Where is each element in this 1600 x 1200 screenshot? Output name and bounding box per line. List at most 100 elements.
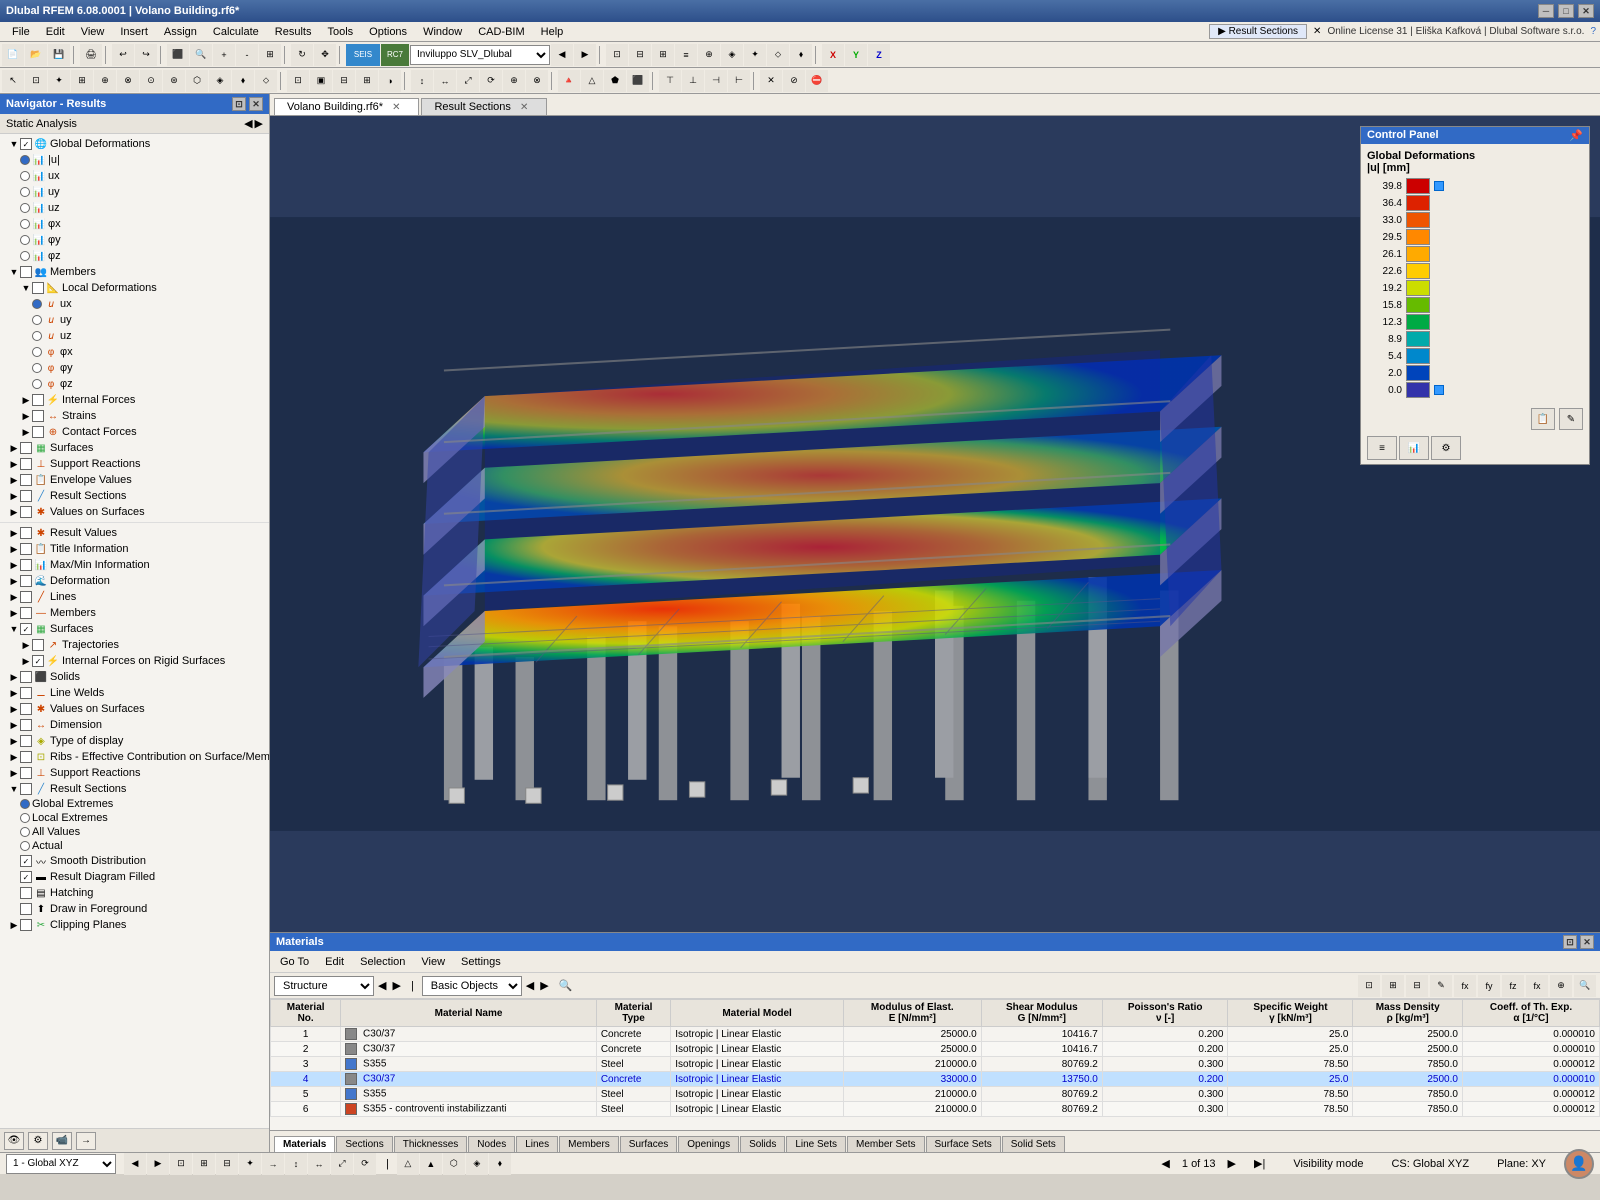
t11[interactable]: ⬧: [232, 70, 254, 92]
status-tb9[interactable]: ↔: [308, 1153, 330, 1175]
status-tb3[interactable]: ⊡: [170, 1153, 192, 1175]
t16[interactable]: ⊞: [356, 70, 378, 92]
t25[interactable]: △: [581, 70, 603, 92]
tree-envelope-values[interactable]: ▶ 📋 Envelope Values: [0, 472, 269, 488]
tree-local-extremes[interactable]: Local Extremes: [0, 811, 269, 825]
mat-tb10[interactable]: 🔍: [1574, 975, 1596, 997]
status-tb1[interactable]: ◀: [124, 1153, 146, 1175]
print-btn[interactable]: 🖨: [80, 44, 102, 66]
axis-y-btn[interactable]: Y: [845, 44, 867, 66]
checkbox-result-values[interactable]: [20, 527, 32, 539]
btab-surfaces[interactable]: Surfaces: [620, 1136, 677, 1152]
status-tb14[interactable]: ⬡: [443, 1153, 465, 1175]
radio-phiy[interactable]: [20, 235, 30, 245]
close-vp-tab[interactable]: ✕: [386, 100, 406, 115]
navigator-controls[interactable]: ⊡ ✕: [232, 97, 263, 111]
btab-members[interactable]: Members: [559, 1136, 619, 1152]
status-tb15[interactable]: ◈: [466, 1153, 488, 1175]
checkbox-deformation[interactable]: [20, 575, 32, 587]
menu-calculate[interactable]: Calculate: [205, 24, 267, 40]
menu-assign[interactable]: Assign: [156, 24, 205, 40]
tb3[interactable]: ⊞: [652, 44, 674, 66]
t34[interactable]: ⛔: [806, 70, 828, 92]
checkbox-trajectories[interactable]: [32, 639, 44, 651]
checkbox-global-deformations[interactable]: [20, 138, 32, 150]
tree-phix[interactable]: 📊 φx: [0, 216, 269, 232]
expand-ev-icon[interactable]: ▶: [8, 474, 20, 486]
menu-results[interactable]: Results: [267, 24, 320, 40]
zoom-btn[interactable]: 🔍: [190, 44, 212, 66]
open-btn[interactable]: 📂: [25, 44, 47, 66]
tree-dimension[interactable]: ▶ ↔ Dimension: [0, 717, 269, 733]
tree-support-reactions[interactable]: ▶ ⊥ Support Reactions: [0, 456, 269, 472]
mat-tb9[interactable]: ⊕: [1550, 975, 1572, 997]
t27[interactable]: ⬛: [627, 70, 649, 92]
checkbox-hatching[interactable]: [20, 887, 32, 899]
tree-result-values[interactable]: ▶ ✱ Result Values: [0, 525, 269, 541]
tree-line-welds[interactable]: ▶ ⚊ Line Welds: [0, 685, 269, 701]
cp-settings-btn[interactable]: ⚙: [1431, 436, 1461, 460]
checkbox-support-reactions-2[interactable]: [20, 767, 32, 779]
expand-local-deform-icon[interactable]: ▼: [20, 282, 32, 294]
t4[interactable]: ⊞: [71, 70, 93, 92]
mat-tb7[interactable]: fz: [1502, 975, 1524, 997]
menu-window[interactable]: Window: [415, 24, 470, 40]
btab-sections[interactable]: Sections: [336, 1136, 392, 1152]
t20[interactable]: ⤢: [457, 70, 479, 92]
checkbox-members-2[interactable]: [20, 607, 32, 619]
tree-title-info[interactable]: ▶ 📋 Title Information: [0, 541, 269, 557]
undo-btn[interactable]: ↩: [112, 44, 134, 66]
status-tb4[interactable]: ⊞: [193, 1153, 215, 1175]
tree-hatching[interactable]: ▤ Hatching: [0, 885, 269, 901]
mat-row-3[interactable]: 3 S355 Steel Isotropic | Linear Elastic …: [271, 1057, 1600, 1072]
expand-mm-icon[interactable]: ▶: [8, 559, 20, 571]
expand-td-icon[interactable]: ▶: [8, 735, 20, 747]
expand-surfaces2-icon[interactable]: ▼: [8, 623, 20, 635]
t31[interactable]: ⊢: [728, 70, 750, 92]
expand-members2-icon[interactable]: ▶: [8, 607, 20, 619]
cp-edit-btn[interactable]: ✎: [1559, 408, 1583, 430]
expand-cp-icon[interactable]: ▶: [8, 919, 20, 931]
expand-surfaces-icon[interactable]: ▶: [8, 442, 20, 454]
checkbox-members[interactable]: [20, 266, 32, 278]
tab-result-sections[interactable]: Result Sections ✕: [421, 98, 547, 115]
status-tb5[interactable]: ⊟: [216, 1153, 238, 1175]
radio-m-phix[interactable]: [32, 347, 42, 357]
cp-pin-icon[interactable]: 📌: [1569, 129, 1583, 142]
mat-tb3[interactable]: ⊟: [1406, 975, 1428, 997]
radio-u-abs[interactable]: [20, 155, 30, 165]
t26[interactable]: ⬟: [604, 70, 626, 92]
cp-export-btn[interactable]: 📋: [1531, 408, 1555, 430]
mat-row-2[interactable]: 2 C30/37 Concrete Isotropic | Linear Ela…: [271, 1042, 1600, 1057]
tree-result-sections-2[interactable]: ▼ ╱ Result Sections: [0, 781, 269, 797]
radio-m-ux[interactable]: [32, 299, 42, 309]
tree-values-on-surfaces[interactable]: ▶ ✱ Values on Surfaces: [0, 504, 269, 520]
tree-draw-foreground[interactable]: ⬆ Draw in Foreground: [0, 901, 269, 917]
tb1[interactable]: ⊡: [606, 44, 628, 66]
help-icon[interactable]: ?: [1590, 26, 1596, 37]
close-rs-tab-2[interactable]: ✕: [514, 100, 534, 115]
t23[interactable]: ⊗: [526, 70, 548, 92]
t10[interactable]: ◈: [209, 70, 231, 92]
tree-m-phix[interactable]: φ φx: [0, 344, 269, 360]
tree-m-uy[interactable]: 𝑢 uy: [0, 312, 269, 328]
status-tb12[interactable]: △: [397, 1153, 419, 1175]
mat-tb1[interactable]: ⊡: [1358, 975, 1380, 997]
window-controls[interactable]: ─ □ ✕: [1538, 4, 1594, 18]
menu-help[interactable]: Help: [533, 24, 572, 40]
checkbox-values-surfaces-2[interactable]: [20, 703, 32, 715]
nav-close-btn[interactable]: ✕: [249, 97, 263, 111]
checkbox-ifrs[interactable]: [32, 655, 44, 667]
radio-global-extremes[interactable]: [20, 799, 30, 809]
mat-tb4[interactable]: ✎: [1430, 975, 1452, 997]
menu-cad-bim[interactable]: CAD-BIM: [470, 24, 532, 40]
tree-surfaces[interactable]: ▶ ▦ Surfaces: [0, 440, 269, 456]
mat-obj-prev-btn[interactable]: ◀: [524, 979, 536, 992]
tree-uy[interactable]: 📊 uy: [0, 184, 269, 200]
status-tb7[interactable]: →: [262, 1153, 284, 1175]
tree-members[interactable]: ▼ 👥 Members: [0, 264, 269, 280]
t3[interactable]: ✦: [48, 70, 70, 92]
tree-local-deformations[interactable]: ▼ 📐 Local Deformations: [0, 280, 269, 296]
btab-nodes[interactable]: Nodes: [468, 1136, 515, 1152]
status-tb16[interactable]: ⬧: [489, 1153, 511, 1175]
